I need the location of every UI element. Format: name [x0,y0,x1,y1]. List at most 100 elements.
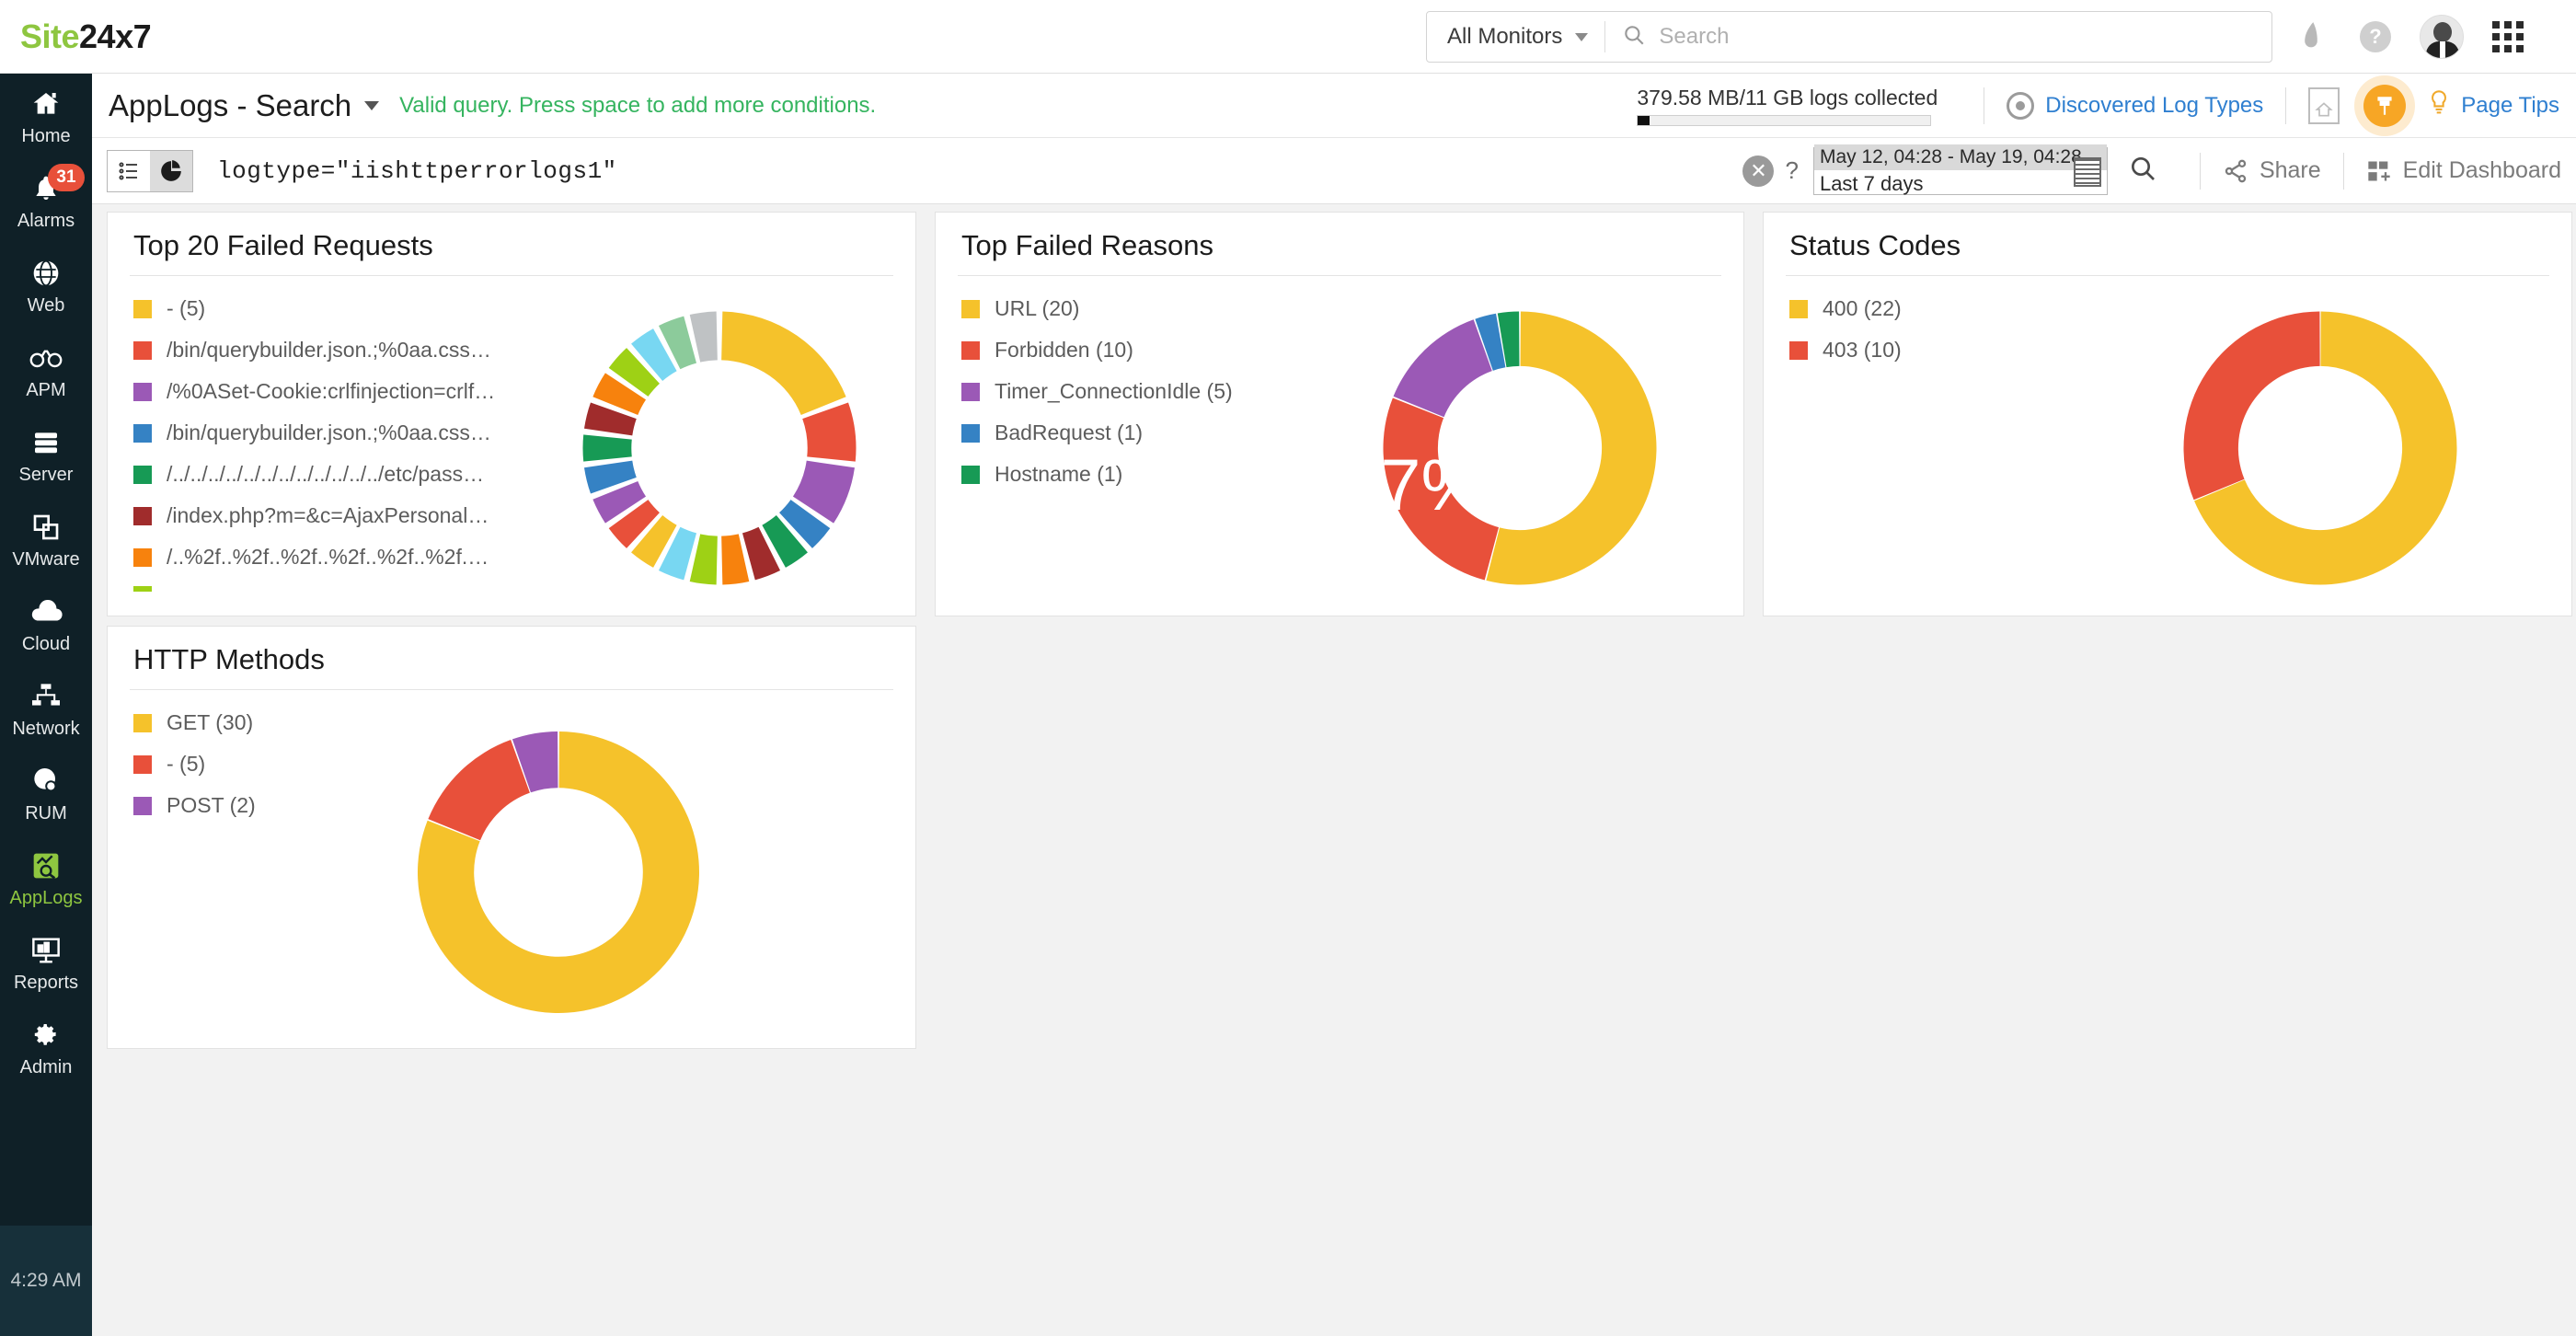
sidebar-item-label: RUM [25,803,67,823]
legend-item-clipped[interactable] [133,586,498,592]
share-icon [2225,159,2247,182]
help-icon[interactable]: ? [2355,17,2396,57]
sidebar-item-network[interactable]: Network [0,666,92,751]
panel-http-methods: HTTP Methods GET (30) - (5) POST (2) [107,626,916,1049]
page-tips-pin-icon[interactable] [2363,85,2407,127]
rum-icon [0,763,92,800]
legend-swatch [133,382,152,401]
donut-chart-svg [2183,311,2457,585]
donut-chart[interactable] [568,296,871,600]
page-tips-label: Page Tips [2461,93,2559,118]
legend-swatch [133,547,152,567]
avatar-collar [2440,41,2445,58]
query-help-icon[interactable]: ? [1785,156,1798,185]
date-range-picker[interactable]: May 12, 04:28 - May 19, 04:28 Last 7 day… [1812,144,2108,195]
search-input[interactable] [1659,24,2244,50]
legend-item[interactable]: /bin/querybuilder.json.;%0aa.css?… [133,420,498,445]
legend-item[interactable]: /../../../../../../../../../../../../etc… [133,462,498,487]
divider [2199,152,2201,190]
legend-item[interactable]: /..%2f..%2f..%2f..%2f..%2f..%2f.… [133,545,498,570]
donut-slice[interactable] [582,434,632,462]
view-mode-toggle[interactable] [107,149,193,192]
share-label: Share [2259,157,2321,183]
sidebar-item-rum[interactable]: RUM [0,751,92,835]
avatar-head [2433,22,2452,42]
legend-item[interactable]: /index.php?m=&c=AjaxPersonal&… [133,503,498,528]
legend-label: /..%2f..%2f..%2f..%2f..%2f..%2f.… [167,545,489,569]
legend-label: /bin/querybuilder.json.;%0aa.css?… [167,338,498,362]
donut-chart[interactable] [402,716,715,1029]
feedback-icon[interactable] [2291,17,2331,57]
search-field[interactable] [1605,23,2271,52]
sidebar-item-label: Web [27,295,65,316]
edit-dashboard-button[interactable]: Edit Dashboard [2366,157,2561,184]
legend-item[interactable]: Forbidden (10) [961,338,1233,363]
discovered-log-types-link[interactable]: Discovered Log Types [2007,92,2263,120]
legend-swatch [961,465,980,484]
apps-grid-icon[interactable] [2488,17,2528,57]
sidebar-item-label: APM [26,380,66,400]
sidebar-item-reports[interactable]: Reports [0,920,92,1005]
donut-chart[interactable] [2168,296,2472,600]
donut-slice[interactable] [721,311,846,416]
chart-legend: URL (20) Forbidden (10) Timer_Connection… [961,296,1233,503]
sidebar-item-vmware[interactable]: VMware [0,497,92,582]
page-tips-link[interactable]: Page Tips [2428,89,2559,123]
sidebar-item-apm[interactable]: APM [0,328,92,412]
clear-query-button[interactable]: ✕ [1742,155,1775,187]
calendar-icon[interactable] [2073,156,2101,187]
sidebar-item-cloud[interactable]: Cloud [0,582,92,666]
run-search-button[interactable] [2128,154,2157,188]
top-bar: Site24x7 All Monitors ? [0,0,2576,74]
legend-item[interactable]: /%0ASet-Cookie:crlfinjection=crlfi… [133,379,498,404]
legend-item[interactable]: /bin/querybuilder.json.;%0aa.css?… [133,338,498,363]
page-title: AppLogs - Search [109,87,352,122]
legend-item[interactable]: 403 (10) [1789,338,1902,363]
page-title-chevron-down-icon[interactable] [364,100,380,110]
sidebar-item-home[interactable]: Home [0,74,92,158]
donut-slice[interactable] [1393,319,1492,418]
legend-swatch [133,299,152,318]
sidebar: Home 31 Alarms Web APM Server VMware Clo… [0,74,92,1336]
legend-label: - (5) [167,752,206,776]
monitor-filter-dropdown[interactable]: All Monitors [1427,12,1604,62]
sidebar-item-server[interactable]: Server [0,412,92,497]
gear-icon [0,1017,92,1054]
legend-swatch [133,796,152,815]
share-button[interactable]: Share [2223,157,2321,184]
sidebar-item-admin[interactable]: Admin [0,1005,92,1089]
legend-item[interactable]: 400 (22) [1789,296,1902,321]
list-view-icon[interactable] [108,150,150,191]
query-input[interactable]: logtype="iishttperrorlogs1" [217,157,1742,185]
page-header: AppLogs - Search Valid query. Press spac… [92,74,2576,138]
chart-view-icon[interactable] [150,150,192,191]
legend-item[interactable]: - (5) [133,752,256,777]
donut-chart[interactable]: 27% [1368,296,1672,600]
legend-swatch [961,299,980,318]
divider [2342,152,2344,190]
sidebar-item-alarms[interactable]: 31 Alarms [0,158,92,243]
legend-label: Timer_ConnectionIdle (5) [995,379,1233,403]
panel-title: Status Codes [1789,229,1961,261]
legend-item[interactable]: POST (2) [133,793,256,818]
sidebar-item-web[interactable]: Web [0,243,92,328]
avatar[interactable] [2420,15,2464,59]
dashboard-edit-icon [2368,161,2390,180]
sidebar-item-label: AppLogs [9,888,83,908]
donut-slice[interactable] [428,740,530,841]
legend-swatch [133,713,152,732]
donut-chart-svg [418,731,699,1013]
applogs-icon [0,847,92,884]
legend-item[interactable]: BadRequest (1) [961,420,1233,445]
legend-item[interactable]: - (5) [133,296,498,321]
site24x7-logo[interactable]: Site24x7 [20,17,152,56]
donut-slice[interactable] [802,402,857,462]
legend-item[interactable]: URL (20) [961,296,1233,321]
legend-item[interactable]: Timer_ConnectionIdle (5) [961,379,1233,404]
donut-slice[interactable] [2183,311,2320,501]
dashboard-home-icon[interactable] [2308,87,2340,124]
global-search-bar[interactable]: All Monitors [1426,11,2272,63]
legend-item[interactable]: GET (30) [133,710,256,735]
legend-item[interactable]: Hostname (1) [961,462,1233,487]
sidebar-item-applogs[interactable]: AppLogs [0,835,92,920]
